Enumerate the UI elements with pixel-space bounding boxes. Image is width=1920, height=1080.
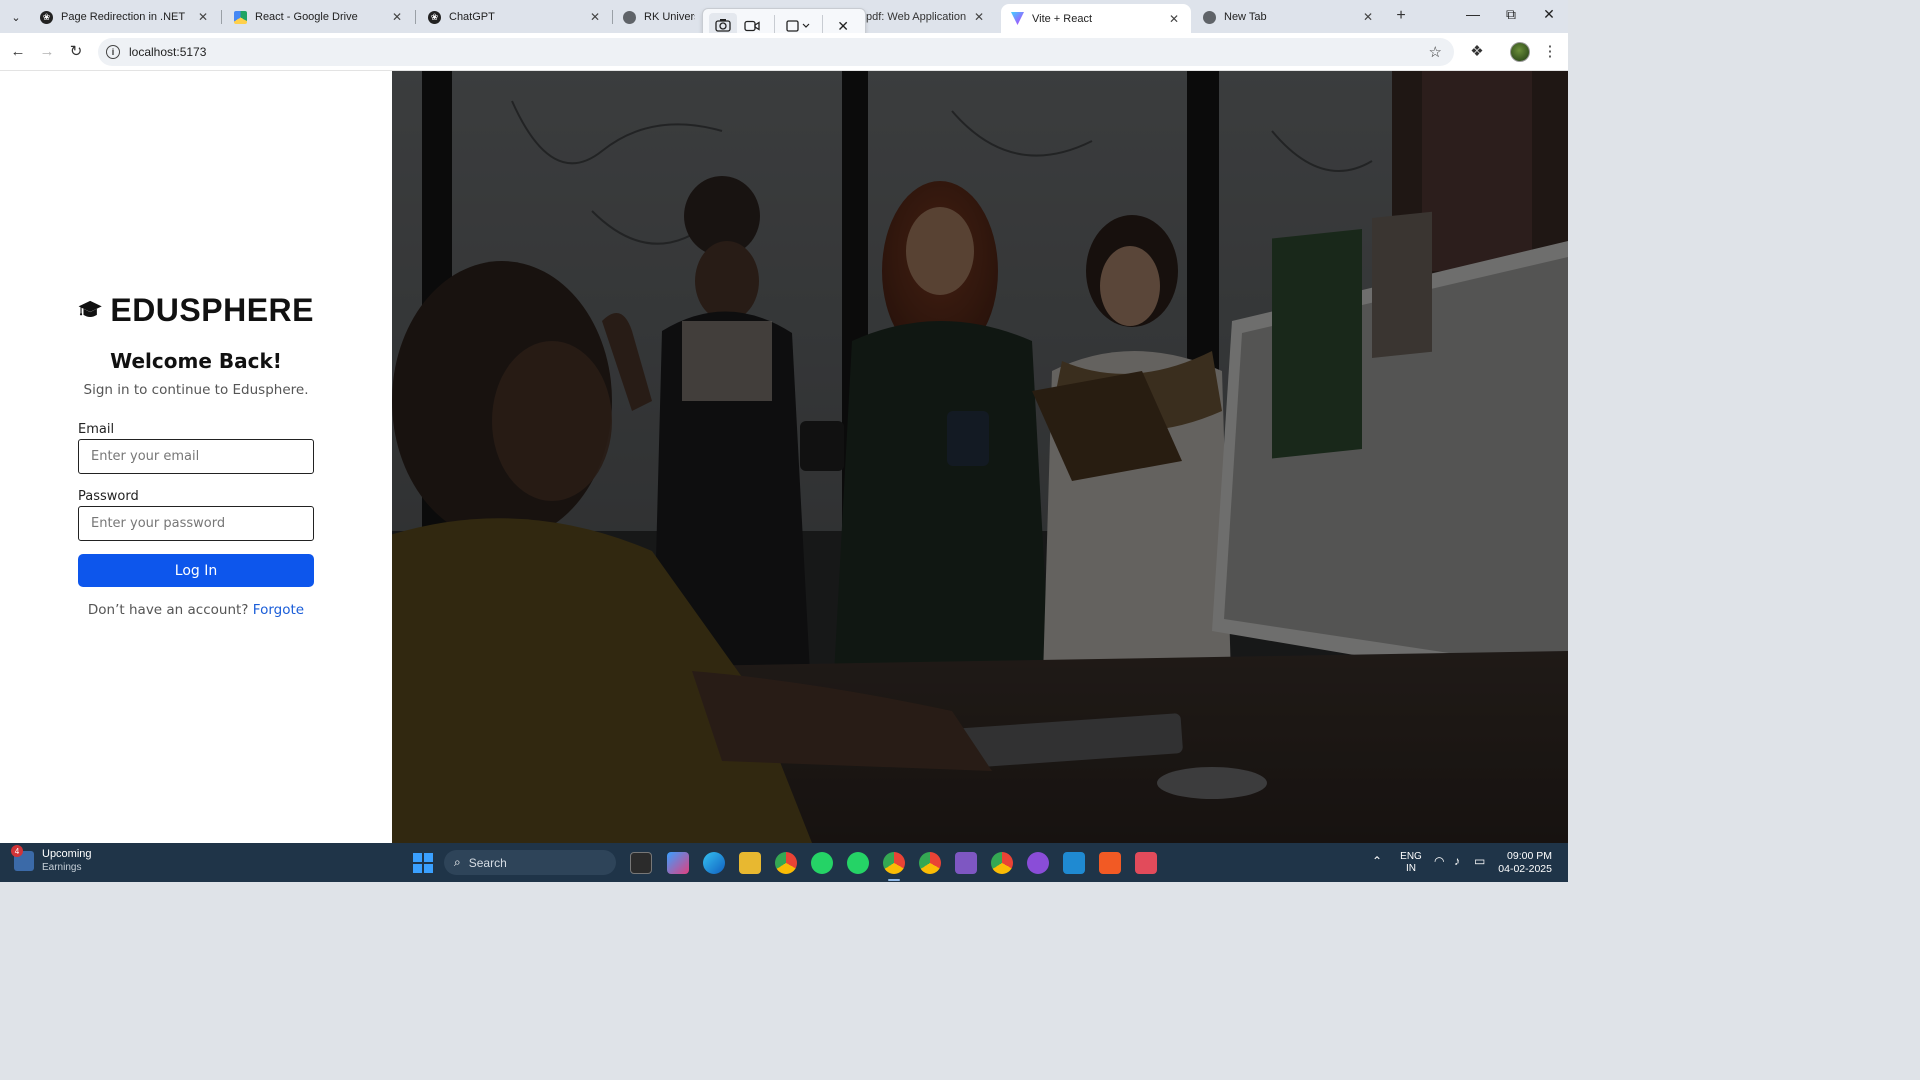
chrome-icon[interactable]: [775, 852, 797, 874]
language-bottom: IN: [1406, 863, 1416, 874]
taskbar-search-box[interactable]: ⌕ Search: [444, 850, 616, 875]
tab-rk-university[interactable]: RK University: [613, 4, 705, 30]
tab-close-icon[interactable]: ✕: [196, 10, 210, 24]
github-desktop-icon[interactable]: [1027, 852, 1049, 874]
tab-google-drive[interactable]: React - Google Drive ✕: [224, 4, 414, 30]
page-subtitle: Sign in to continue to Edusphere.: [83, 382, 309, 398]
chatgpt-icon: ❀: [40, 10, 53, 24]
language-indicator[interactable]: ENG IN: [1398, 851, 1424, 875]
whatsapp-icon[interactable]: [811, 852, 833, 874]
forgot-link[interactable]: Forgote: [253, 602, 304, 618]
signup-prompt-row: Don’t have an account? Forgote: [0, 602, 392, 618]
bookmark-star-icon[interactable]: ☆: [1429, 43, 1442, 61]
tab-title: React - Google Drive: [255, 11, 358, 23]
brave-icon[interactable]: [1099, 852, 1121, 874]
tab-separator: [221, 10, 222, 24]
whatsapp-business-icon[interactable]: [847, 852, 869, 874]
edge-icon[interactable]: [703, 852, 725, 874]
snipping-tool-icon[interactable]: [1135, 852, 1157, 874]
tray-chevron-up-icon[interactable]: ⌃: [1372, 855, 1382, 867]
weather-widget[interactable]: 4 Upcoming Earnings: [11, 845, 92, 874]
tab-close-icon[interactable]: ✕: [1167, 12, 1181, 26]
active-app-indicator: [888, 879, 900, 881]
email-field[interactable]: [78, 439, 314, 474]
chatgpt-icon: ❀: [428, 10, 441, 24]
login-panel: EDUSPHERE Welcome Back! Sign in to conti…: [0, 71, 392, 843]
language-top: ENG: [1400, 851, 1422, 862]
widget-title: Upcoming: [42, 848, 92, 860]
chrome-profile-icon[interactable]: [883, 852, 905, 874]
restore-icon[interactable]: ⧉: [1499, 6, 1523, 23]
brand-logo: EDUSPHERE: [78, 292, 314, 328]
tab-title: ChatGPT: [449, 11, 495, 23]
battery-icon[interactable]: ▭: [1474, 855, 1485, 867]
tab-title: RK University: [644, 11, 695, 23]
tab-title: pdf: Web Application D: [866, 11, 966, 23]
windows-taskbar: 4 Upcoming Earnings ⌕ Search ⌃ ENG IN ◠ …: [0, 843, 1568, 882]
visual-studio-icon[interactable]: [955, 852, 977, 874]
brand-name: EDUSPHERE: [110, 291, 314, 328]
new-tab-plus-icon[interactable]: +: [1392, 8, 1410, 24]
widget-badge: 4: [11, 845, 23, 857]
address-bar[interactable]: i localhost:5173 ☆: [98, 38, 1454, 66]
clock-date: 04-02-2025: [1498, 863, 1552, 875]
minimize-icon[interactable]: —: [1461, 6, 1485, 22]
office-people-illustration: [392, 71, 1568, 843]
signup-prompt: Don’t have an account?: [87, 602, 249, 618]
vscode-icon[interactable]: [1063, 852, 1085, 874]
file-explorer-icon[interactable]: [739, 852, 761, 874]
tab-close-icon[interactable]: ✕: [588, 10, 602, 24]
tab-title: New Tab: [1224, 11, 1267, 23]
vite-icon: [1011, 12, 1024, 25]
tab-pdf-web-application[interactable]: pdf: Web Application D ✕: [862, 4, 996, 30]
site-info-icon[interactable]: i: [106, 45, 120, 59]
tab-close-icon[interactable]: ✕: [390, 10, 404, 24]
back-arrow-icon[interactable]: ←: [8, 42, 28, 62]
volume-icon[interactable]: ♪: [1454, 855, 1460, 867]
browser-menu-icon[interactable]: ⋮: [1540, 42, 1560, 60]
tab-title: Vite + React: [1032, 12, 1093, 25]
web-page: EDUSPHERE Welcome Back! Sign in to conti…: [0, 71, 1568, 843]
chrome-icon: [1203, 10, 1216, 24]
password-field[interactable]: [78, 506, 314, 541]
tab-chatgpt[interactable]: ❀ ChatGPT ✕: [418, 4, 612, 30]
search-placeholder: Search: [468, 855, 507, 870]
extensions-puzzle-icon[interactable]: ❖: [1467, 42, 1487, 60]
google-drive-icon: [234, 10, 247, 24]
browser-toolbar: ← → ↻ i localhost:5173 ☆ ❖ ⋮: [0, 33, 1568, 71]
windows-start-icon[interactable]: [413, 853, 433, 873]
wifi-icon[interactable]: ◠: [1434, 855, 1444, 867]
page-title: Welcome Back!: [110, 349, 282, 373]
graduation-cap-icon: [78, 300, 102, 317]
hero-photo: [392, 71, 1568, 843]
tab-vite-react[interactable]: Vite + React ✕: [1001, 4, 1191, 33]
chrome-profile-3-icon[interactable]: [991, 852, 1013, 874]
task-view-icon[interactable]: [630, 852, 652, 874]
search-icon: ⌕: [454, 855, 461, 869]
tab-close-icon[interactable]: ✕: [1361, 10, 1375, 24]
tab-page-redirection[interactable]: ❀ Page Redirection in .NET ✕: [30, 4, 220, 30]
widget-subtitle: Earnings: [42, 862, 82, 873]
clock-time: 09:00 PM: [1507, 850, 1552, 862]
tab-new-tab[interactable]: New Tab ✕: [1193, 4, 1385, 30]
login-button[interactable]: Log In: [78, 554, 314, 587]
globe-icon: [623, 10, 636, 24]
widget-chart-icon: 4: [11, 845, 34, 871]
reload-icon[interactable]: ↻: [66, 42, 86, 62]
tab-search-chevron-icon[interactable]: ⌄: [6, 7, 26, 27]
tab-close-icon[interactable]: ✕: [972, 10, 986, 24]
url-text[interactable]: localhost:5173: [129, 45, 206, 59]
tab-separator: [415, 10, 416, 24]
password-label: Password: [78, 489, 139, 504]
copilot-icon[interactable]: [667, 852, 689, 874]
email-label: Email: [78, 422, 115, 437]
system-clock[interactable]: 09:00 PM 04-02-2025: [1498, 850, 1552, 876]
window-close-icon[interactable]: ✕: [1537, 6, 1561, 23]
profile-avatar[interactable]: [1510, 42, 1530, 62]
tab-title: Page Redirection in .NET: [61, 11, 186, 23]
chrome-profile-2-icon[interactable]: [919, 852, 941, 874]
forward-arrow-icon[interactable]: →: [37, 42, 57, 62]
